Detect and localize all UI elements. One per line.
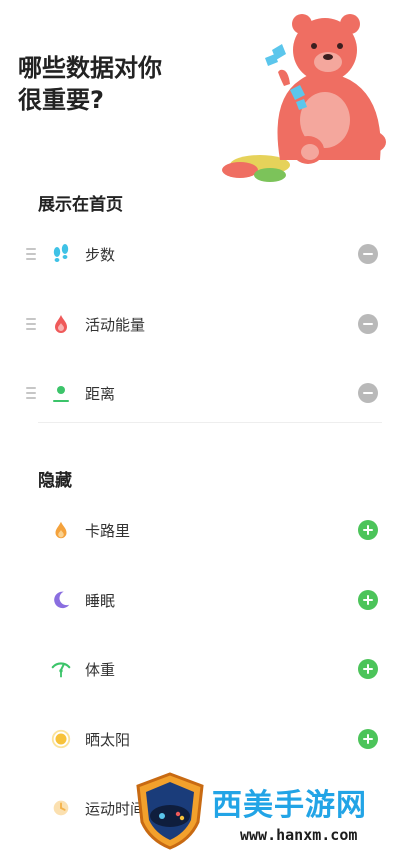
add-button[interactable] [358,729,378,749]
watermark-url: www.hanxm.com [240,826,358,844]
drag-handle-icon[interactable] [26,248,36,260]
watermark: 西美手游网 www.hanxm.com [130,770,400,852]
hidden-item-sunlight: 晒太阳 [0,719,400,759]
item-label: 距离 [85,384,116,403]
flame-icon [48,311,74,337]
remove-button[interactable] [358,314,378,334]
add-button[interactable] [358,590,378,610]
hidden-item-sleep: 睡眠 [0,580,400,620]
moon-icon [48,587,74,613]
location-pin-icon [48,380,74,406]
drag-handle-icon[interactable] [26,387,36,399]
remove-button[interactable] [358,383,378,403]
item-label: 卡路里 [85,521,131,540]
footsteps-icon [48,241,74,267]
item-label: 步数 [85,245,116,264]
add-button[interactable] [358,659,378,679]
item-label: 晒太阳 [85,730,131,749]
clock-icon [48,795,74,821]
shown-item-active-energy: 活动能量 [0,304,400,344]
item-label: 活动能量 [85,315,146,334]
hidden-item-weight: 体重 [0,649,400,689]
page-title: 哪些数据对你 很重要? [18,54,162,114]
add-button[interactable] [358,520,378,540]
gamepad-shield-logo [136,772,204,850]
fire-icon [48,517,74,543]
shown-item-steps: 步数 [0,234,400,274]
sun-icon [48,726,74,752]
drag-handle-icon[interactable] [26,318,36,330]
item-label: 体重 [85,660,116,679]
remove-button[interactable] [358,244,378,264]
item-label: 睡眠 [85,591,116,610]
shown-item-distance: 距离 [0,373,400,413]
section-divider [38,422,382,423]
watermark-title: 西美手游网 [212,788,367,823]
bear-illustration [222,14,386,182]
scale-icon [48,656,74,682]
shown-section-title: 展示在首页 [38,195,123,215]
hidden-section-title: 隐藏 [38,471,72,491]
hidden-item-calories: 卡路里 [0,510,400,550]
